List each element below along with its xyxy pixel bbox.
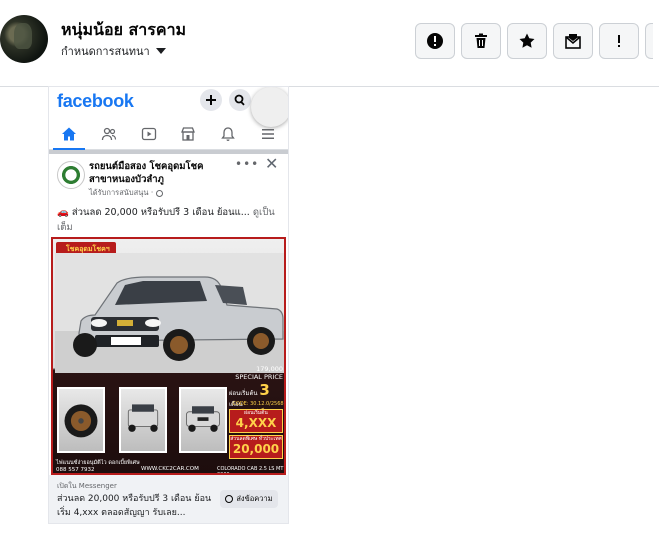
ad-website: WWW.CKC2CAR.COM <box>141 466 199 472</box>
ad-model: COLORADO CAB 2.5 LS MT 2009 <box>217 466 284 475</box>
ad-discount-value: 20,000 <box>232 442 280 456</box>
send-message-button: ส่งข้อความ <box>220 490 278 508</box>
ad-months-value: 3 <box>259 381 270 399</box>
globe-icon <box>156 189 164 197</box>
ad-thumb-front <box>179 387 227 453</box>
delete-button[interactable] <box>461 23 501 59</box>
open-in-messenger-label: เปิดใน Messenger <box>57 482 117 490</box>
friends-icon <box>89 119 129 149</box>
mark-unread-icon <box>565 34 581 49</box>
ad-installment-value: 4,XXX <box>235 416 277 430</box>
pickup-truck-image <box>55 253 284 373</box>
conversation-settings-dropdown[interactable]: กำหนดการสนทนา <box>61 42 166 60</box>
trash-icon <box>475 33 487 48</box>
ad-price-value: 179,000 <box>256 365 283 373</box>
watch-icon <box>129 119 169 149</box>
star-icon <box>519 33 535 48</box>
shared-screenshot[interactable]: facebook รถยนต์มือสอง โชคอุดมโชค สาขาหนอ… <box>49 87 288 523</box>
page-avatar <box>57 161 85 189</box>
report-button[interactable] <box>415 23 455 59</box>
spam-icon <box>618 35 620 47</box>
ad-footer: ไฟแนนซ์ง่ายอนุมัติไว ดอกเบี้ยพิเศษ 088 5… <box>56 460 140 473</box>
facebook-nav-tabs <box>49 119 288 150</box>
caret-down-icon <box>155 48 166 54</box>
marketplace-icon <box>168 119 208 149</box>
messenger-icon <box>225 495 234 503</box>
close-icon: ✕ <box>265 154 279 173</box>
spam-button[interactable] <box>599 23 639 59</box>
page-name: รถยนต์มือสอง โชคอุดมโชค สาขาหนองบัวลำภู <box>89 161 204 185</box>
sponsored-label: ได้รับการสนับสนุน · <box>89 187 164 199</box>
ad-phone: 088 557 7932 <box>56 467 95 473</box>
ad-image: โชคอุดมโชคฯ 179,000 SPECIAL PRICE ผ่อนเร… <box>51 237 286 475</box>
cta-text: ส่วนลด 20,000 หรือรับปรี 3 เดือน ย้อนเริ… <box>57 494 212 518</box>
ad-discount-box: ส่วนลดพิเศษ ทั่วประเทศ 20,000 <box>229 435 283 459</box>
sender-name[interactable]: หนุ่มน้อย สารคาม <box>61 18 186 43</box>
bell-icon <box>208 119 248 149</box>
ad-price-label: SPECIAL PRICE <box>235 373 283 381</box>
send-message-label: ส่งข้อความ <box>236 494 273 503</box>
avatar[interactable] <box>0 15 48 63</box>
post-header: รถยนต์มือสอง โชคอุดมโชค สาขาหนองบัวลำภู … <box>49 155 288 199</box>
car-emoji-icon: 🚗 <box>57 207 69 218</box>
plus-icon <box>200 89 222 111</box>
post-body: ส่วนลด 20,000 หรือรับปรี 3 เดือน ย้อนแ..… <box>71 207 250 218</box>
ad-installment-box: ผ่อนเริ่มต้น 4,XXX <box>229 409 283 433</box>
mark-unread-button[interactable] <box>553 23 593 59</box>
report-icon <box>427 33 443 49</box>
star-button[interactable] <box>507 23 547 59</box>
facebook-logo: facebook <box>57 91 134 111</box>
sponsored-text: ได้รับการสนับสนุน · <box>89 188 154 197</box>
post-text: 🚗 ส่วนลด 20,000 หรือรับปรี 3 เดือน ย้อนแ… <box>57 205 283 235</box>
menu-icon <box>248 119 288 149</box>
feed-separator <box>49 150 288 154</box>
cta-bar: เปิดใน Messenger ส่วนลด 20,000 หรือรับปร… <box>49 475 288 523</box>
conversation-settings-label: กำหนดการสนทนา <box>61 45 150 58</box>
ad-months-prefix: ผ่อนเริ่มต้น <box>229 390 258 397</box>
conversation-header: หนุ่มน้อย สารคาม กำหนดการสนทนา <box>0 0 659 87</box>
search-icon <box>229 89 251 111</box>
ad-thumb-wheel <box>57 387 105 453</box>
ad-thumb-rear <box>119 387 167 453</box>
home-icon <box>49 119 89 150</box>
facebook-top-bar: facebook <box>49 87 288 127</box>
ad-footer-text: ไฟแนนซ์ง่ายอนุมัติไว ดอกเบี้ยพิเศษ <box>56 460 140 466</box>
more-actions-button[interactable] <box>645 23 653 59</box>
action-toolbar <box>415 23 653 59</box>
ad-price: 179,000 SPECIAL PRICE <box>217 365 283 381</box>
more-options-icon: ••• <box>235 157 260 171</box>
